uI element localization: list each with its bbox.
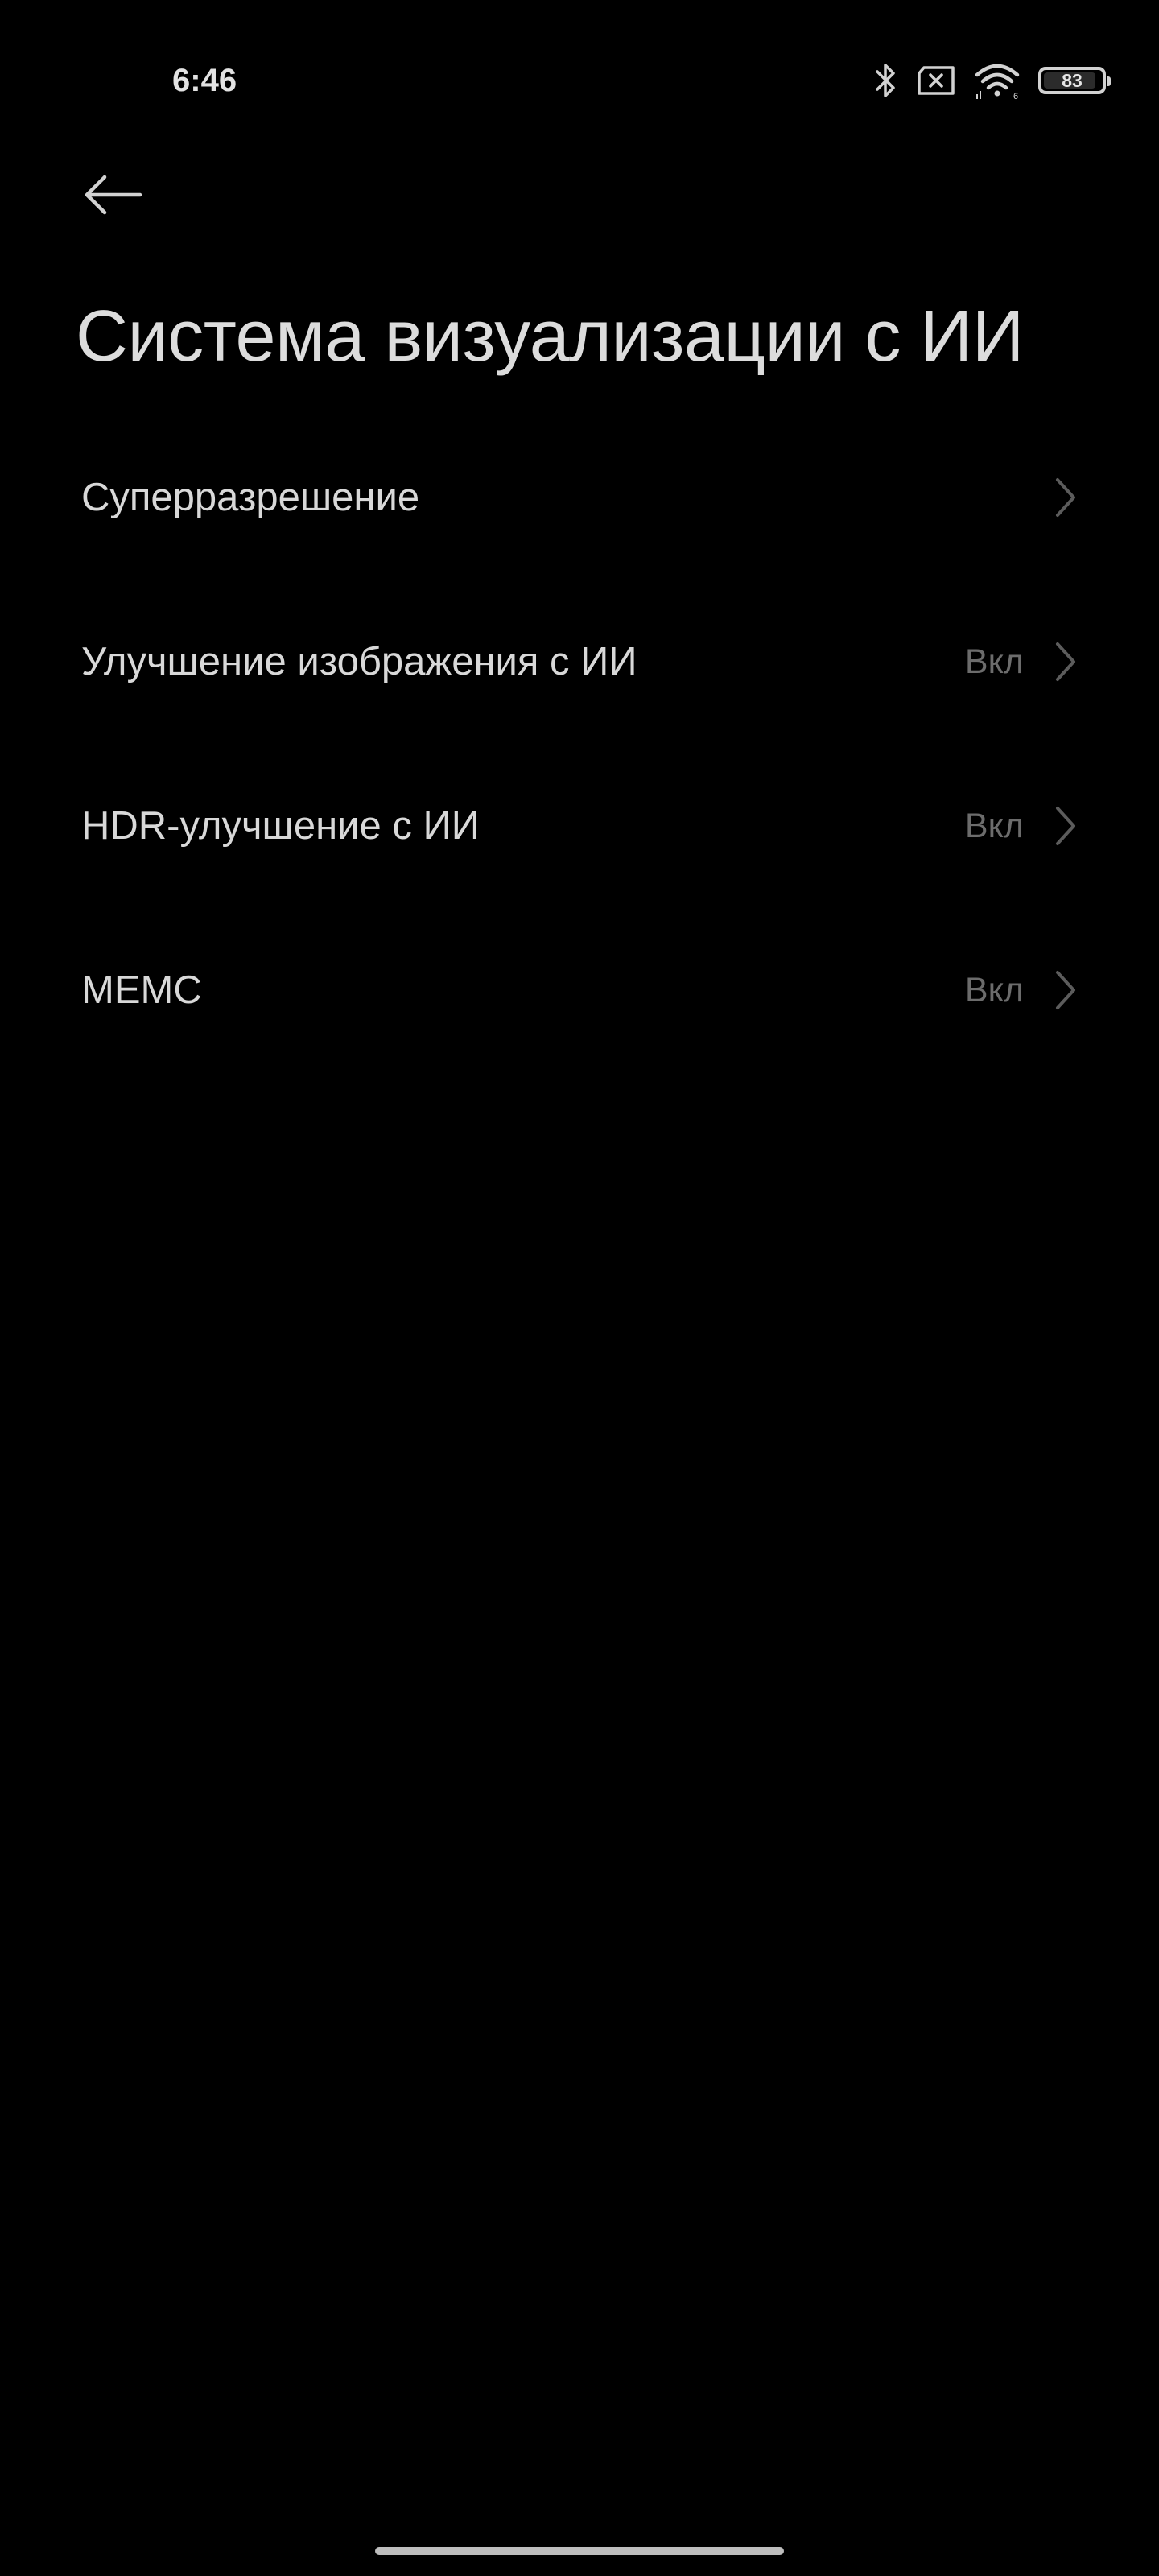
svg-text:6: 6 [1013, 92, 1018, 99]
settings-item-value: Вкл [964, 642, 1024, 681]
chevron-right-icon [1056, 807, 1075, 845]
settings-item-memc[interactable]: MEMC Вкл [0, 908, 1159, 1072]
settings-item-ai-image-enhancement[interactable]: Улучшение изображения с ИИ Вкл [0, 580, 1159, 744]
wifi-icon: 6 [974, 62, 1021, 99]
status-bar: 6:46 6 83 [0, 0, 1159, 161]
battery-icon: 83 [1038, 67, 1111, 94]
chevron-right-icon [1056, 971, 1075, 1009]
settings-item-label: HDR-улучшение с ИИ [81, 804, 480, 848]
settings-item-label: MEMC [81, 968, 202, 1012]
settings-list: Суперразрешение Улучшение изображения с … [0, 415, 1159, 1072]
settings-item-value: Вкл [964, 807, 1024, 845]
no-sim-icon [916, 65, 956, 96]
page-title: Система визуализации с ИИ [76, 296, 1024, 377]
settings-item-super-resolution[interactable]: Суперразрешение [0, 415, 1159, 580]
chevron-right-icon [1056, 642, 1075, 681]
settings-item-label: Улучшение изображения с ИИ [81, 640, 637, 683]
settings-item-ai-hdr-enhancement[interactable]: HDR-улучшение с ИИ Вкл [0, 744, 1159, 908]
back-button[interactable] [74, 158, 151, 235]
chevron-right-icon [1056, 478, 1075, 517]
status-icons: 6 83 [874, 61, 1111, 100]
status-time: 6:46 [172, 63, 237, 98]
arrow-left-icon [82, 172, 143, 221]
bluetooth-icon [874, 62, 898, 99]
settings-item-value: Вкл [964, 971, 1024, 1009]
home-indicator[interactable] [375, 2547, 784, 2555]
battery-level: 83 [1062, 70, 1083, 91]
settings-item-label: Суперразрешение [81, 476, 420, 519]
